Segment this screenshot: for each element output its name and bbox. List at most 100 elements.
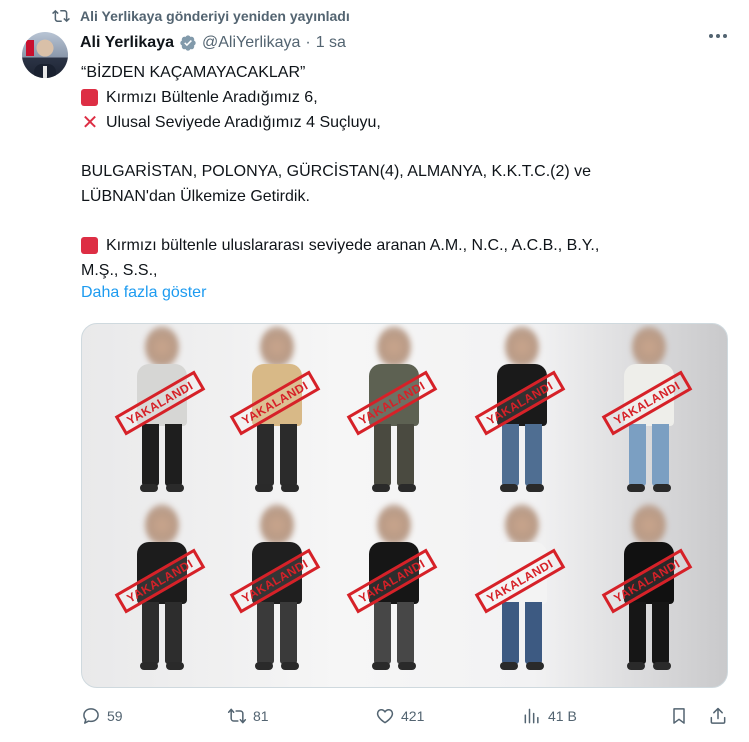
like-count: 421 xyxy=(401,708,425,724)
more-dot-icon xyxy=(716,34,720,38)
right-leg xyxy=(525,602,542,664)
right-shoe xyxy=(166,484,184,492)
detained-person-figure: YAKALANDI xyxy=(587,326,707,501)
right-leg xyxy=(165,602,182,664)
left-leg xyxy=(502,602,519,664)
right-shoe xyxy=(526,484,544,492)
tweet-text-line: ✕ Ulusal Seviyede Aradığımız 4 Suçluyu, xyxy=(81,110,721,135)
left-leg xyxy=(374,602,391,664)
red-square-icon xyxy=(81,237,98,254)
blurred-face xyxy=(260,504,294,546)
right-shoe xyxy=(398,484,416,492)
detained-person-figure: YAKALANDI xyxy=(332,504,452,679)
tweet-text-line: BULGARİSTAN, POLONYA, GÜRCİSTAN(4), ALMA… xyxy=(81,159,721,184)
right-leg xyxy=(652,424,669,486)
left-shoe xyxy=(255,662,273,670)
reply-button[interactable]: 59 xyxy=(81,706,123,726)
repost-indicator[interactable]: Ali Yerlikaya gönderiyi yeniden yayınlad… xyxy=(52,6,350,26)
tweet-media-image[interactable]: YAKALANDI YAKALANDI YAKALANDI YAKALANDI YAKA… xyxy=(81,323,728,688)
right-shoe xyxy=(653,662,671,670)
repost-icon xyxy=(227,708,247,724)
like-button[interactable]: 421 xyxy=(375,706,424,726)
left-shoe xyxy=(627,484,645,492)
left-leg xyxy=(374,424,391,486)
tweet-text-line: M.Ş., S.S., xyxy=(81,258,721,283)
heart-icon xyxy=(376,709,394,724)
share-button[interactable] xyxy=(708,706,728,726)
blurred-face xyxy=(632,504,666,546)
verified-badge-icon xyxy=(180,35,196,51)
repost-count: 81 xyxy=(253,708,269,724)
author-avatar[interactable] xyxy=(22,32,68,78)
right-leg xyxy=(397,602,414,664)
flag-graphic xyxy=(26,40,34,56)
detained-person-figure: YAKALANDI xyxy=(215,326,335,501)
tweet-text-line: “BİZDEN KAÇAMAYACAKLAR” xyxy=(81,60,721,85)
author-handle[interactable]: @AliYerlikaya xyxy=(202,34,300,52)
tweet-header: Ali Yerlikaya @AliYerlikaya · 1 sa xyxy=(80,33,346,53)
left-leg xyxy=(257,602,274,664)
right-shoe xyxy=(653,484,671,492)
repost-button[interactable]: 81 xyxy=(227,706,269,726)
right-shoe xyxy=(166,662,184,670)
tweet-text-line: Kırmızı bültenle uluslararası seviyede a… xyxy=(81,233,721,258)
separator-dot: · xyxy=(305,34,311,51)
left-leg xyxy=(629,424,646,486)
tweet-text-line: LÜBNAN'dan Ülkemize Getirdik. xyxy=(81,184,721,209)
share-icon xyxy=(710,707,726,724)
right-shoe xyxy=(398,662,416,670)
blurred-face xyxy=(377,504,411,546)
left-shoe xyxy=(372,662,390,670)
tweet-actions-bar: 59 81 421 41 B xyxy=(81,706,729,728)
reply-icon xyxy=(83,708,99,724)
views-icon xyxy=(524,708,539,724)
right-leg xyxy=(525,424,542,486)
detained-person-figure: YAKALANDI xyxy=(332,326,452,501)
right-leg xyxy=(397,424,414,486)
author-name[interactable]: Ali Yerlikaya xyxy=(80,34,174,52)
right-shoe xyxy=(526,662,544,670)
left-shoe xyxy=(627,662,645,670)
tweet-text: “BİZDEN KAÇAMAYACAKLAR” Kırmızı Bültenle … xyxy=(81,60,721,283)
right-shoe xyxy=(281,662,299,670)
views-count: 41 B xyxy=(548,708,577,724)
bookmark-button[interactable] xyxy=(669,706,689,726)
left-leg xyxy=(142,424,159,486)
left-shoe xyxy=(372,484,390,492)
more-options-button[interactable] xyxy=(709,34,727,38)
left-shoe xyxy=(140,484,158,492)
left-leg xyxy=(142,602,159,664)
tweet-text-content: Kırmızı Bültenle Aradığımız 6, xyxy=(106,88,318,106)
tweet-text-content: BULGARİSTAN, POLONYA, GÜRCİSTAN(4), ALMA… xyxy=(81,162,592,180)
tweet-timestamp[interactable]: 1 sa xyxy=(316,34,346,52)
more-dot-icon xyxy=(709,34,713,38)
blurred-face xyxy=(377,326,411,368)
blurred-face xyxy=(632,326,666,368)
red-square-icon xyxy=(81,89,98,106)
detained-person-figure: YAKALANDI xyxy=(460,504,580,679)
reply-count: 59 xyxy=(107,708,123,724)
left-shoe xyxy=(500,662,518,670)
show-more-link[interactable]: Daha fazla göster xyxy=(81,284,206,302)
left-shoe xyxy=(255,484,273,492)
views-button[interactable]: 41 B xyxy=(522,706,577,726)
tweet-text-line: Kırmızı Bültenle Aradığımız 6, xyxy=(81,85,721,110)
blurred-face xyxy=(260,326,294,368)
left-leg xyxy=(257,424,274,486)
detained-person-figure: YAKALANDI xyxy=(100,326,220,501)
repost-text: Ali Yerlikaya gönderiyi yeniden yayınlad… xyxy=(80,8,350,24)
blurred-face xyxy=(505,326,539,368)
left-shoe xyxy=(500,484,518,492)
bookmark-icon xyxy=(673,708,685,724)
tweet-text-content: “BİZDEN KAÇAMAYACAKLAR” xyxy=(81,63,306,81)
tweet-text-content: LÜBNAN'dan Ülkemize Getirdik. xyxy=(81,187,310,205)
tweet-text-content: M.Ş., S.S., xyxy=(81,261,158,279)
right-leg xyxy=(165,424,182,486)
detained-person-figure: YAKALANDI xyxy=(215,504,335,679)
blurred-face xyxy=(505,504,539,546)
right-leg xyxy=(280,424,297,486)
detained-person-figure: YAKALANDI xyxy=(100,504,220,679)
more-dot-icon xyxy=(723,34,727,38)
